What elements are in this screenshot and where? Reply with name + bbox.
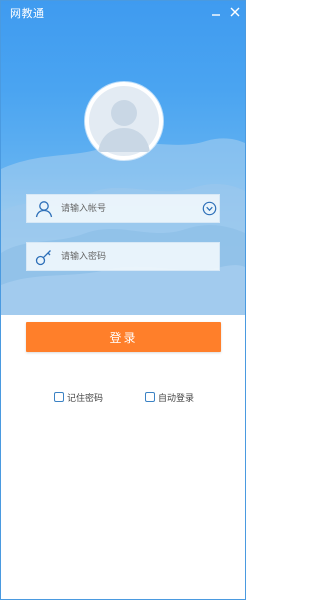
- key-icon: [35, 250, 51, 266]
- close-icon[interactable]: [228, 5, 242, 19]
- password-input[interactable]: [61, 243, 201, 270]
- avatar[interactable]: [85, 82, 163, 160]
- user-silhouette-icon: [89, 86, 159, 156]
- login-button[interactable]: 登录: [26, 322, 221, 352]
- remember-password-label: 记住密码: [67, 393, 104, 404]
- password-field: [26, 242, 220, 271]
- chevron-down-icon[interactable]: [202, 201, 217, 216]
- account-input[interactable]: [61, 195, 201, 222]
- account-field: [26, 194, 220, 223]
- remember-password-checkbox[interactable]: [54, 392, 64, 402]
- app-title: 网教通: [10, 7, 45, 20]
- remember-password-option[interactable]: 记住密码: [54, 390, 103, 404]
- person-icon: [35, 201, 53, 218]
- minimize-icon[interactable]: [209, 5, 223, 19]
- auto-login-checkbox[interactable]: [145, 392, 155, 402]
- header-background: 网教通: [1, 1, 245, 315]
- auto-login-label: 自动登录: [158, 393, 195, 404]
- auto-login-option[interactable]: 自动登录: [145, 390, 194, 404]
- login-window: 网教通 请输入帐号 登录 记住密码 自动登录: [0, 0, 246, 600]
- title-bar[interactable]: 网教通: [1, 1, 245, 25]
